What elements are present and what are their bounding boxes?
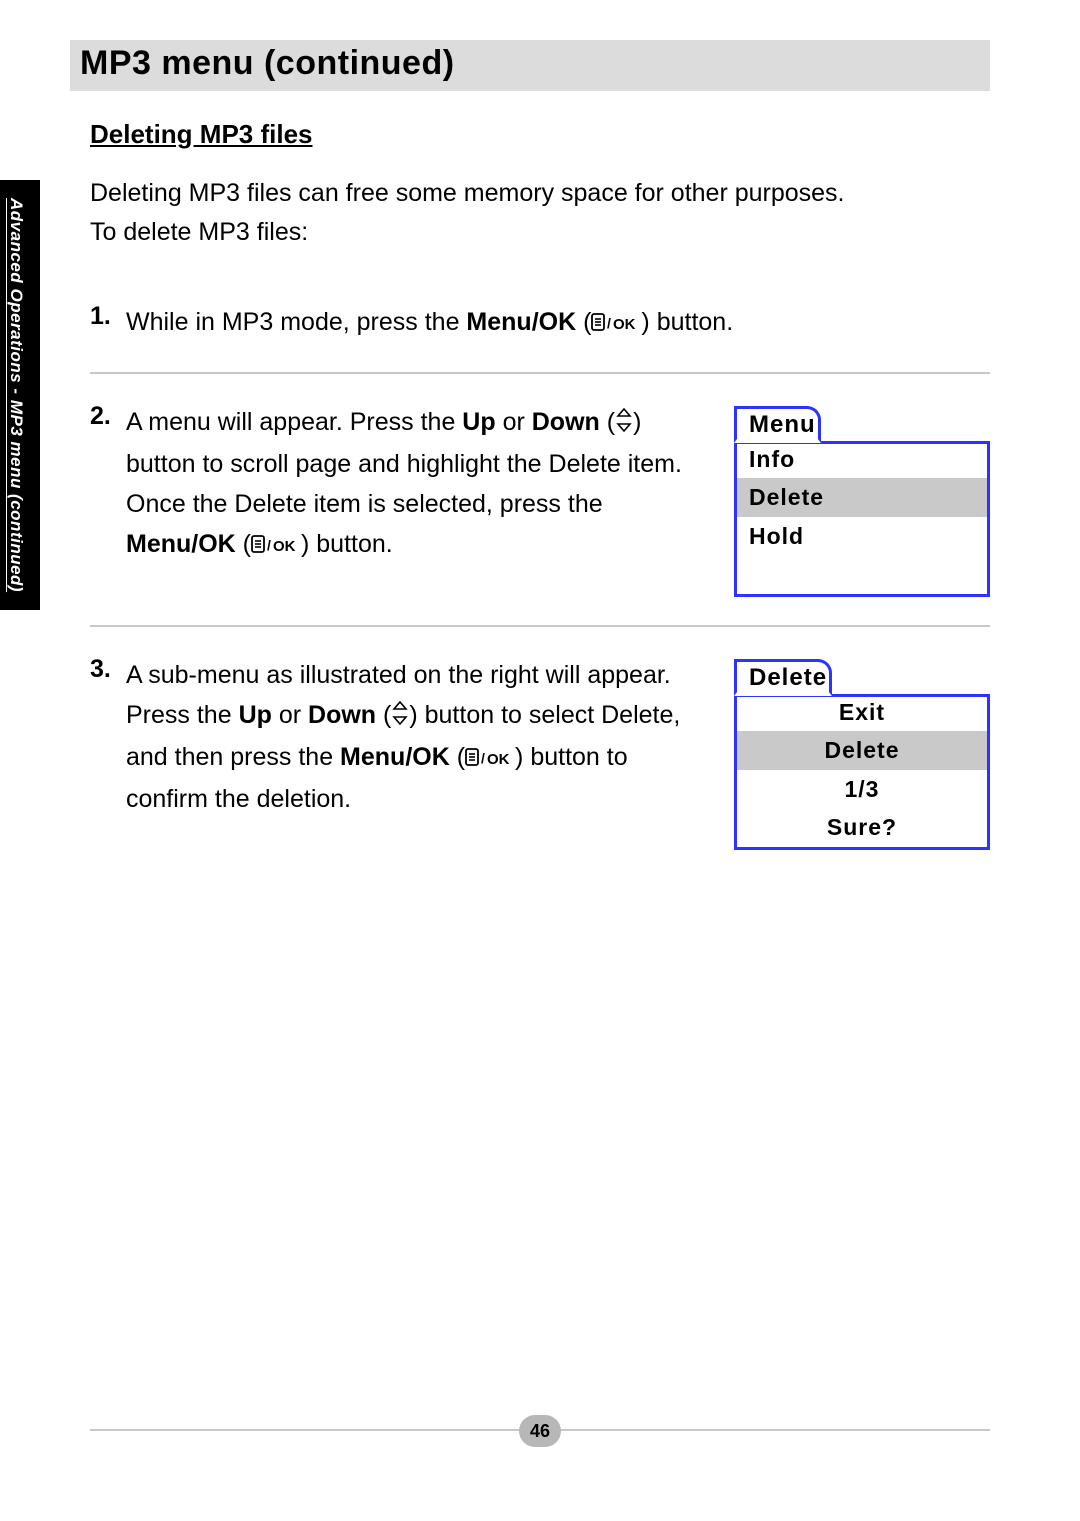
separator bbox=[90, 625, 990, 627]
svg-text:/: / bbox=[607, 315, 611, 331]
step-2-text: A menu will appear. Press the Up or Down… bbox=[126, 402, 734, 566]
up-down-icon bbox=[391, 697, 409, 737]
intro-text: Deleting MP3 files can free some memory … bbox=[90, 174, 990, 252]
delete-box-item-exit: Exit bbox=[737, 693, 987, 732]
step-3-text: A sub-menu as illustrated on the right w… bbox=[126, 655, 734, 819]
step-2-illustration: Menu Info Delete Hold bbox=[734, 406, 990, 597]
svg-text:OK: OK bbox=[273, 538, 296, 554]
menu-box-item-hold: Hold bbox=[737, 517, 987, 556]
delete-box-item-delete: Delete bbox=[737, 731, 987, 770]
svg-text:/: / bbox=[481, 750, 485, 766]
footer-page-wrap: 46 bbox=[0, 1415, 1080, 1447]
step-1-number: 1. bbox=[90, 302, 126, 331]
step-3-number: 3. bbox=[90, 655, 126, 684]
page-number: 46 bbox=[519, 1415, 561, 1447]
intro-line-1: Deleting MP3 files can free some memory … bbox=[90, 179, 845, 207]
menu-box-item-info: Info bbox=[737, 440, 987, 479]
menu-box-spacer bbox=[737, 555, 987, 594]
step-3-illustration: Delete Exit Delete 1/3 Sure? bbox=[734, 659, 990, 850]
page-title: MP3 menu (continued) bbox=[80, 44, 455, 82]
step-3: 3. A sub-menu as illustrated on the righ… bbox=[90, 655, 990, 850]
step-2-number: 2. bbox=[90, 402, 126, 431]
delete-box-tab: Delete bbox=[734, 659, 832, 696]
delete-box-item-sure: Sure? bbox=[737, 808, 987, 847]
menu-ok-icon: /OK bbox=[251, 526, 301, 566]
up-down-icon bbox=[615, 404, 633, 444]
step-1-text: While in MP3 mode, press the Menu/OK (/O… bbox=[126, 302, 990, 344]
step-1: 1. While in MP3 mode, press the Menu/OK … bbox=[90, 302, 990, 344]
page-title-bar: MP3 menu (continued) bbox=[70, 40, 990, 91]
delete-box: Delete Exit Delete 1/3 Sure? bbox=[734, 694, 990, 850]
delete-box-item-count: 1/3 bbox=[737, 770, 987, 809]
menu-ok-icon: /OK bbox=[465, 739, 515, 779]
svg-text:OK: OK bbox=[487, 751, 510, 767]
svg-text:OK: OK bbox=[613, 316, 636, 332]
svg-text:/: / bbox=[267, 537, 271, 553]
separator bbox=[90, 372, 990, 374]
menu-ok-icon: /OK bbox=[591, 304, 641, 344]
menu-box: Menu Info Delete Hold bbox=[734, 441, 990, 597]
menu-box-tab: Menu bbox=[734, 406, 821, 443]
menu-box-item-delete: Delete bbox=[737, 478, 987, 517]
section-heading: Deleting MP3 files bbox=[90, 119, 990, 150]
intro-line-2: To delete MP3 files: bbox=[90, 218, 308, 246]
step-2: 2. A menu will appear. Press the Up or D… bbox=[90, 402, 990, 597]
